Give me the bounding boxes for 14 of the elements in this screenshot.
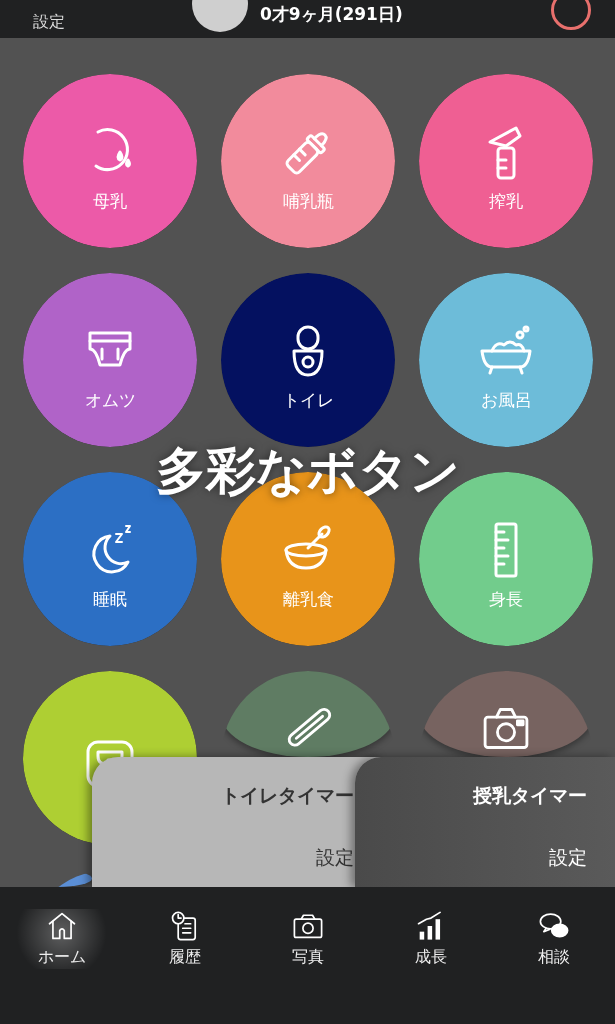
tab[interactable]: 履歴: [123, 909, 246, 969]
tab[interactable]: 成長: [369, 909, 492, 969]
timer-title: 授乳タイマー: [473, 783, 587, 808]
timer-title: トイレタイマー: [221, 783, 354, 808]
help-icon[interactable]: [551, 0, 591, 30]
record-button[interactable]: オムツ: [23, 273, 197, 447]
tab[interactable]: 写真: [246, 909, 369, 969]
timer-settings-link[interactable]: 設定: [549, 845, 587, 871]
tab[interactable]: 相談: [492, 909, 615, 969]
settings-link[interactable]: 設定: [33, 12, 65, 33]
record-button[interactable]: トイレ: [221, 273, 395, 447]
timer-settings-link[interactable]: 設定: [316, 845, 354, 871]
timer-card[interactable]: 授乳タイマー 設定: [355, 757, 615, 887]
baby-age: 0才9ヶ月(291日): [260, 3, 403, 26]
